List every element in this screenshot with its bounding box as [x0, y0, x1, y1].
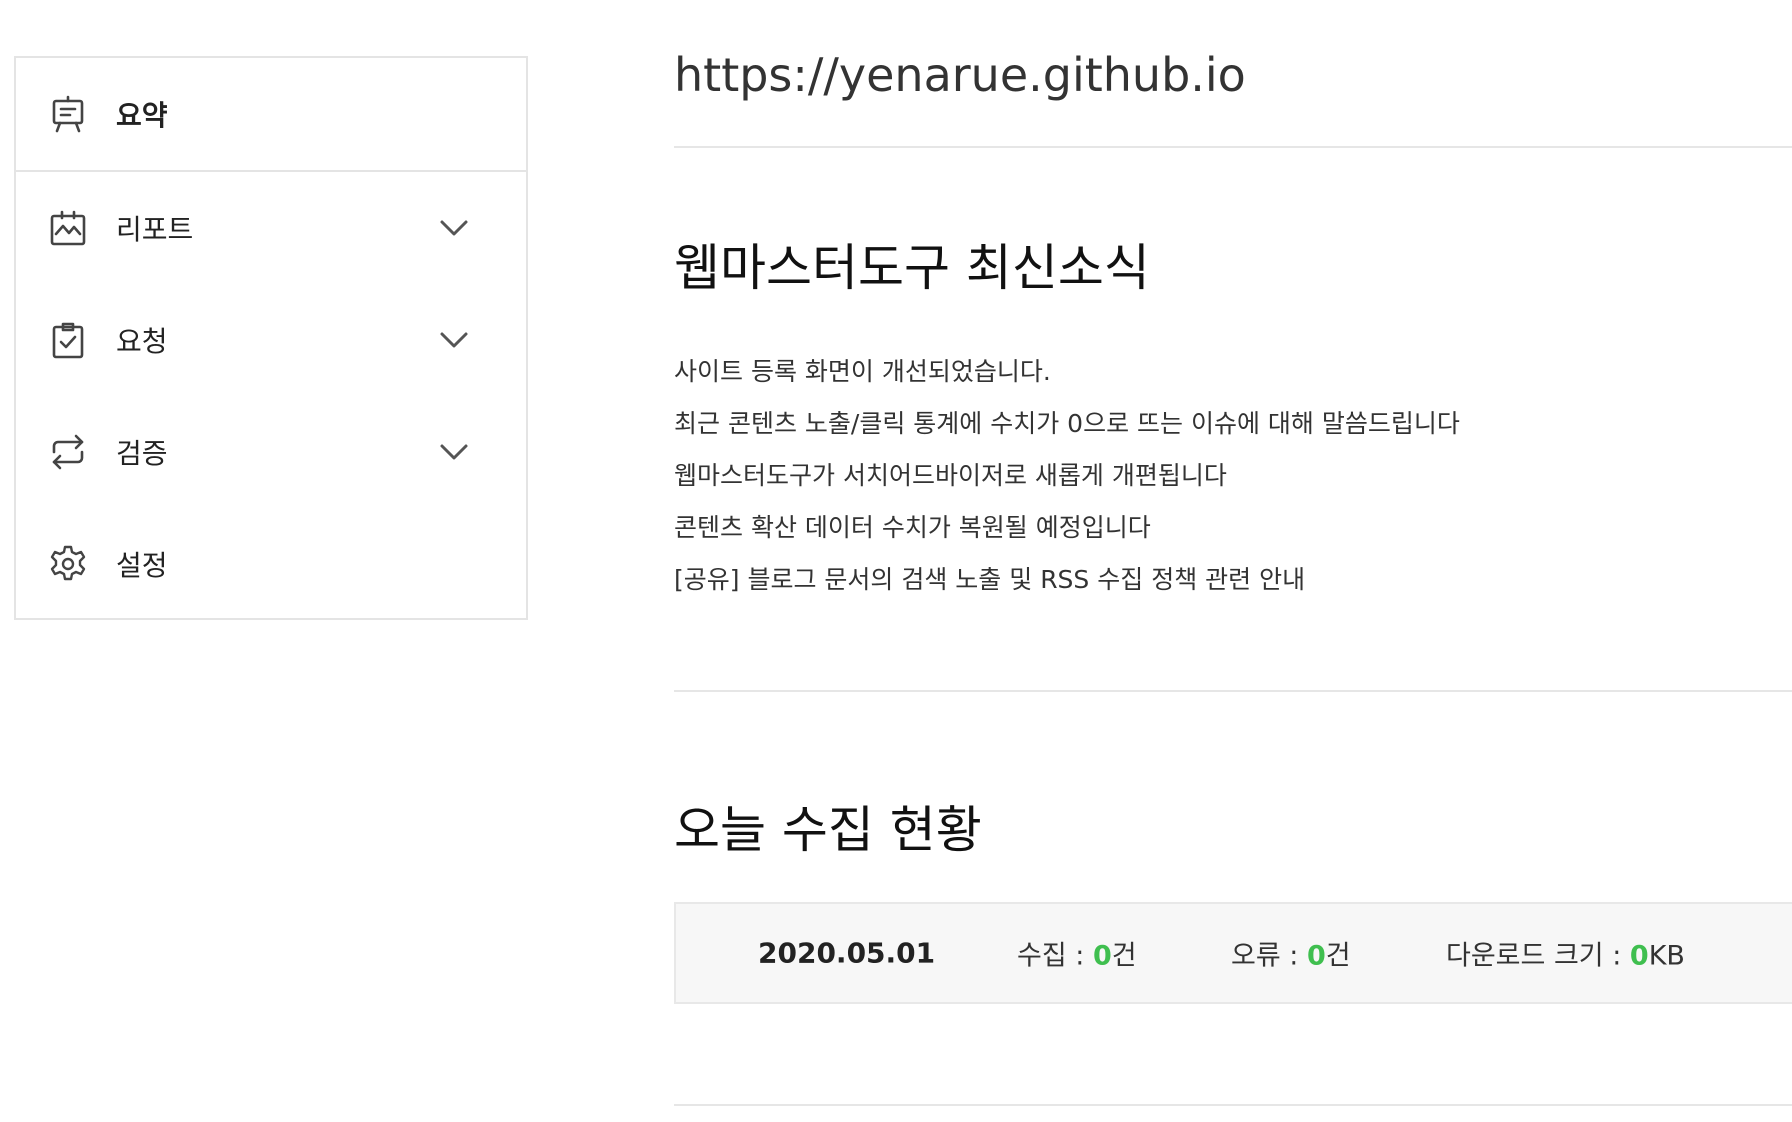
sidebar-item-request[interactable]: 요청 [16, 284, 526, 396]
sidebar-item-summary[interactable]: 요약 [16, 58, 526, 172]
divider [674, 1104, 1792, 1106]
stat-value: 0 [1629, 940, 1649, 972]
presentation-board-icon [52, 95, 84, 133]
stat-value: 0 [1092, 940, 1112, 972]
divider [674, 690, 1792, 692]
chevron-down-icon[interactable] [438, 218, 470, 238]
crawl-stats-box: 2020.05.01 수집 : 0건 오류 : 0건 다운로드 크기 : 0KB [674, 902, 1792, 1004]
news-item[interactable]: 콘텐츠 확산 데이터 수치가 복원될 예정입니다 [674, 502, 1460, 554]
stat-label: 다운로드 크기 : [1446, 940, 1630, 972]
stat-value: 0 [1306, 940, 1326, 972]
sidebar-item-label: 요청 [116, 325, 168, 358]
news-item[interactable]: 사이트 등록 화면이 개선되었습니다. [674, 346, 1460, 398]
main-content: https://yenarue.github.io 웹마스터도구 최신소식 사이… [674, 0, 1792, 1122]
sidebar-menu: 요약 리포트 요청 검증 설정 [14, 56, 528, 620]
news-item[interactable]: 웹마스터도구가 서치어드바이저로 새롭게 개편됩니다 [674, 450, 1460, 502]
news-item[interactable]: [공유] 블로그 문서의 검색 노출 및 RSS 수집 정책 관련 안내 [674, 554, 1460, 606]
sidebar-item-verify[interactable]: 검증 [16, 396, 526, 508]
sidebar-item-label: 리포트 [116, 213, 194, 246]
clipboard-check-icon [52, 322, 84, 359]
divider [674, 146, 1792, 148]
sidebar-item-label: 설정 [116, 549, 168, 582]
stat-download-size: 다운로드 크기 : 0KB [1446, 934, 1685, 973]
news-list: 사이트 등록 화면이 개선되었습니다. 최근 콘텐츠 노출/클릭 통계에 수치가… [674, 346, 1460, 606]
stat-unit: 건 [1325, 940, 1351, 972]
stat-unit: KB [1648, 940, 1685, 972]
site-url[interactable]: https://yenarue.github.io [674, 48, 1246, 102]
chevron-down-icon[interactable] [438, 442, 470, 462]
stat-label: 수집 : [1017, 940, 1093, 972]
stats-date: 2020.05.01 [758, 936, 936, 970]
gear-icon [50, 545, 86, 581]
sidebar-item-report[interactable]: 리포트 [16, 172, 526, 284]
stat-unit: 건 [1111, 940, 1137, 972]
repeat-arrows-icon [52, 434, 84, 470]
news-section-title: 웹마스터도구 최신소식 [674, 239, 1150, 297]
news-item[interactable]: 최근 콘텐츠 노출/클릭 통계에 수치가 0으로 뜨는 이슈에 대해 말씀드립니… [674, 398, 1460, 450]
sidebar-item-settings[interactable]: 설정 [16, 508, 526, 620]
sidebar-item-label: 검증 [116, 437, 168, 470]
stat-collected: 수집 : 0건 [1017, 934, 1137, 973]
stat-label: 오류 : [1231, 940, 1307, 972]
chevron-down-icon[interactable] [438, 330, 470, 350]
crawl-section-title: 오늘 수집 현황 [674, 801, 982, 859]
sidebar-item-label: 요약 [116, 99, 168, 132]
stat-errors: 오류 : 0건 [1231, 934, 1351, 973]
report-chart-icon [50, 210, 86, 246]
